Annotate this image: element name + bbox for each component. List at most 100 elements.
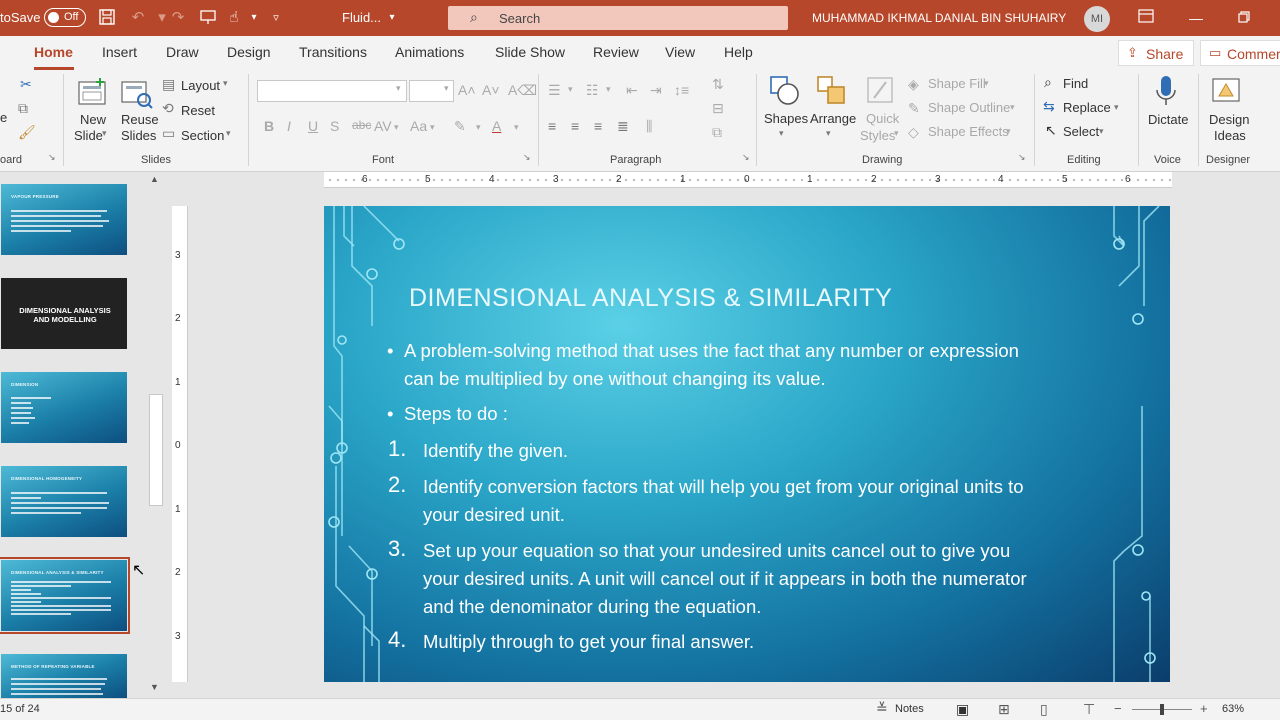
slide-thumbnail[interactable]: METHOD OF REPEATING VARIABLE — [1, 654, 127, 698]
arrange-button[interactable]: Arrange — [810, 111, 856, 126]
zoom-level[interactable]: 63% — [1222, 703, 1244, 715]
notes-icon[interactable]: ≚ — [876, 700, 888, 717]
shape-outline-icon[interactable]: ✎ — [908, 100, 920, 117]
italic-button[interactable]: I — [287, 118, 291, 134]
tab-help[interactable]: Help — [724, 44, 753, 60]
layout-button[interactable]: Layout — [181, 78, 220, 93]
design-ideas-label-2[interactable]: Ideas — [1214, 128, 1246, 143]
change-case-dropdown-icon[interactable]: ▾ — [430, 122, 435, 133]
line-spacing-icon[interactable]: ↕≡ — [674, 82, 689, 98]
align-left-icon[interactable]: ≡ — [548, 118, 556, 134]
font-size-dropdown-icon[interactable]: ▾ — [444, 83, 449, 94]
shape-fill-dropdown-icon[interactable]: ▾ — [984, 78, 989, 89]
thumbnail-scrollbar[interactable]: ▲ ▼ — [147, 172, 165, 694]
section-dropdown-icon[interactable]: ▾ — [226, 128, 231, 139]
save-icon[interactable] — [97, 8, 117, 28]
select-icon[interactable]: ↖ — [1045, 122, 1057, 139]
touch-dropdown-icon[interactable]: ▾ — [244, 8, 264, 28]
decrease-indent-icon[interactable]: ⇤ — [626, 82, 638, 99]
filename-dropdown-icon[interactable]: ▾ — [382, 8, 402, 28]
numbering-dropdown-icon[interactable]: ▾ — [606, 84, 611, 95]
shape-outline-dropdown-icon[interactable]: ▾ — [1010, 102, 1015, 113]
arrange-icon[interactable] — [815, 74, 849, 108]
align-right-icon[interactable]: ≡ — [594, 118, 602, 134]
zoom-in-icon[interactable]: + — [1200, 701, 1208, 716]
slide-canvas[interactable]: DIMENSIONAL ANALYSIS & SIMILARITY • A pr… — [324, 206, 1170, 682]
design-ideas-icon[interactable] — [1210, 74, 1244, 108]
new-slide-label-2[interactable]: Slide — [74, 128, 103, 143]
scrollbar-thumb[interactable] — [149, 394, 163, 506]
zoom-out-icon[interactable]: − — [1114, 701, 1122, 716]
avatar[interactable]: MI — [1084, 6, 1110, 32]
zoom-slider-knob[interactable] — [1160, 704, 1164, 715]
shape-effects-dropdown-icon[interactable]: ▾ — [1006, 126, 1011, 137]
justify-icon[interactable]: ≣ — [617, 118, 629, 135]
new-slide-dropdown-icon[interactable]: ▾ — [102, 128, 107, 139]
ribbon-display-icon[interactable] — [1135, 7, 1157, 29]
quick-styles-dropdown-icon[interactable]: ▾ — [894, 128, 899, 139]
char-spacing-dropdown-icon[interactable]: ▾ — [394, 122, 399, 133]
shadow-button[interactable]: S — [330, 118, 339, 134]
shape-fill-icon[interactable]: ◈ — [908, 76, 919, 93]
shape-effects-button[interactable]: Shape Effects — [928, 124, 1009, 139]
tab-view[interactable]: View — [665, 44, 695, 60]
replace-dropdown-icon[interactable]: ▾ — [1114, 102, 1119, 113]
font-name-dropdown-icon[interactable]: ▾ — [396, 83, 401, 94]
slide-sorter-icon[interactable]: ⊞ — [998, 701, 1010, 718]
paste-button-stub[interactable]: e — [0, 110, 7, 125]
share-button[interactable]: ⇪ Share — [1118, 40, 1194, 66]
scroll-up-icon[interactable]: ▲ — [150, 174, 159, 184]
customize-toolbar-icon[interactable]: ▿ — [266, 8, 286, 28]
quick-styles-label-2[interactable]: Styles — [860, 128, 895, 143]
comments-button[interactable]: ▭ Commer — [1200, 40, 1280, 66]
tab-insert[interactable]: Insert — [102, 44, 137, 60]
bullet-item[interactable]: • Steps to do : — [387, 400, 508, 428]
undo-icon[interactable]: ↶ — [128, 8, 148, 28]
numbering-icon[interactable]: ☷ — [586, 82, 599, 99]
smartart-icon[interactable]: ⧉ — [712, 124, 722, 141]
layout-icon[interactable]: ▤ — [162, 76, 175, 93]
select-dropdown-icon[interactable]: ▾ — [1099, 126, 1104, 137]
new-slide-label-1[interactable]: New — [80, 112, 106, 127]
microphone-icon[interactable] — [1150, 74, 1184, 108]
arrange-dropdown-icon[interactable]: ▾ — [826, 128, 831, 139]
shape-effects-icon[interactable]: ◇ — [908, 124, 919, 141]
slide-thumbnail[interactable]: DIMENSION — [1, 372, 127, 443]
cut-icon[interactable]: ✂ — [20, 76, 32, 93]
shapes-icon[interactable] — [768, 74, 802, 108]
tab-design[interactable]: Design — [227, 44, 271, 60]
font-color-dropdown-icon[interactable]: ▾ — [514, 122, 519, 133]
shape-outline-button[interactable]: Shape Outline — [928, 100, 1010, 115]
shape-fill-button[interactable]: Shape Fill — [928, 76, 986, 91]
highlight-dropdown-icon[interactable]: ▾ — [476, 122, 481, 133]
tab-slide-show[interactable]: Slide Show — [495, 44, 565, 60]
section-icon[interactable]: ▭ — [162, 125, 175, 142]
tab-animations[interactable]: Animations — [395, 44, 464, 60]
bullets-icon[interactable]: ☰ — [548, 82, 561, 99]
user-name[interactable]: MUHAMMAD IKHMAL DANIAL BIN SHUHAIRY — [812, 11, 1066, 25]
increase-indent-icon[interactable]: ⇥ — [650, 82, 662, 99]
font-color-icon[interactable]: A — [492, 118, 501, 134]
tab-draw[interactable]: Draw — [166, 44, 199, 60]
slide-thumbnail[interactable]: VAPOUR PRESSURE — [1, 184, 127, 255]
normal-view-icon[interactable]: ▣ — [956, 701, 969, 718]
paragraph-launcher-icon[interactable]: ↘ — [742, 152, 750, 163]
align-center-icon[interactable]: ≡ — [571, 118, 579, 134]
increase-font-icon[interactable]: A˄ — [458, 82, 476, 98]
new-slide-icon[interactable] — [76, 76, 110, 110]
slide-thumbnail[interactable]: DIMENSIONAL ANALYSIS AND MODELLING — [1, 278, 127, 349]
tab-home[interactable]: Home — [34, 44, 73, 60]
align-text-icon[interactable]: ⊟ — [712, 100, 724, 117]
tab-review[interactable]: Review — [593, 44, 639, 60]
shapes-dropdown-icon[interactable]: ▾ — [779, 128, 784, 139]
restore-icon[interactable] — [1233, 7, 1255, 29]
scroll-down-icon[interactable]: ▼ — [150, 682, 159, 692]
replace-button[interactable]: Replace — [1063, 100, 1111, 115]
find-icon[interactable]: ⌕ — [1044, 74, 1052, 91]
bullets-dropdown-icon[interactable]: ▾ — [568, 84, 573, 95]
reset-icon[interactable]: ⟲ — [162, 100, 174, 117]
reuse-slides-icon[interactable] — [120, 76, 154, 110]
underline-button[interactable]: U — [308, 118, 318, 134]
section-button[interactable]: Section — [181, 128, 224, 143]
tab-transitions[interactable]: Transitions — [299, 44, 367, 60]
